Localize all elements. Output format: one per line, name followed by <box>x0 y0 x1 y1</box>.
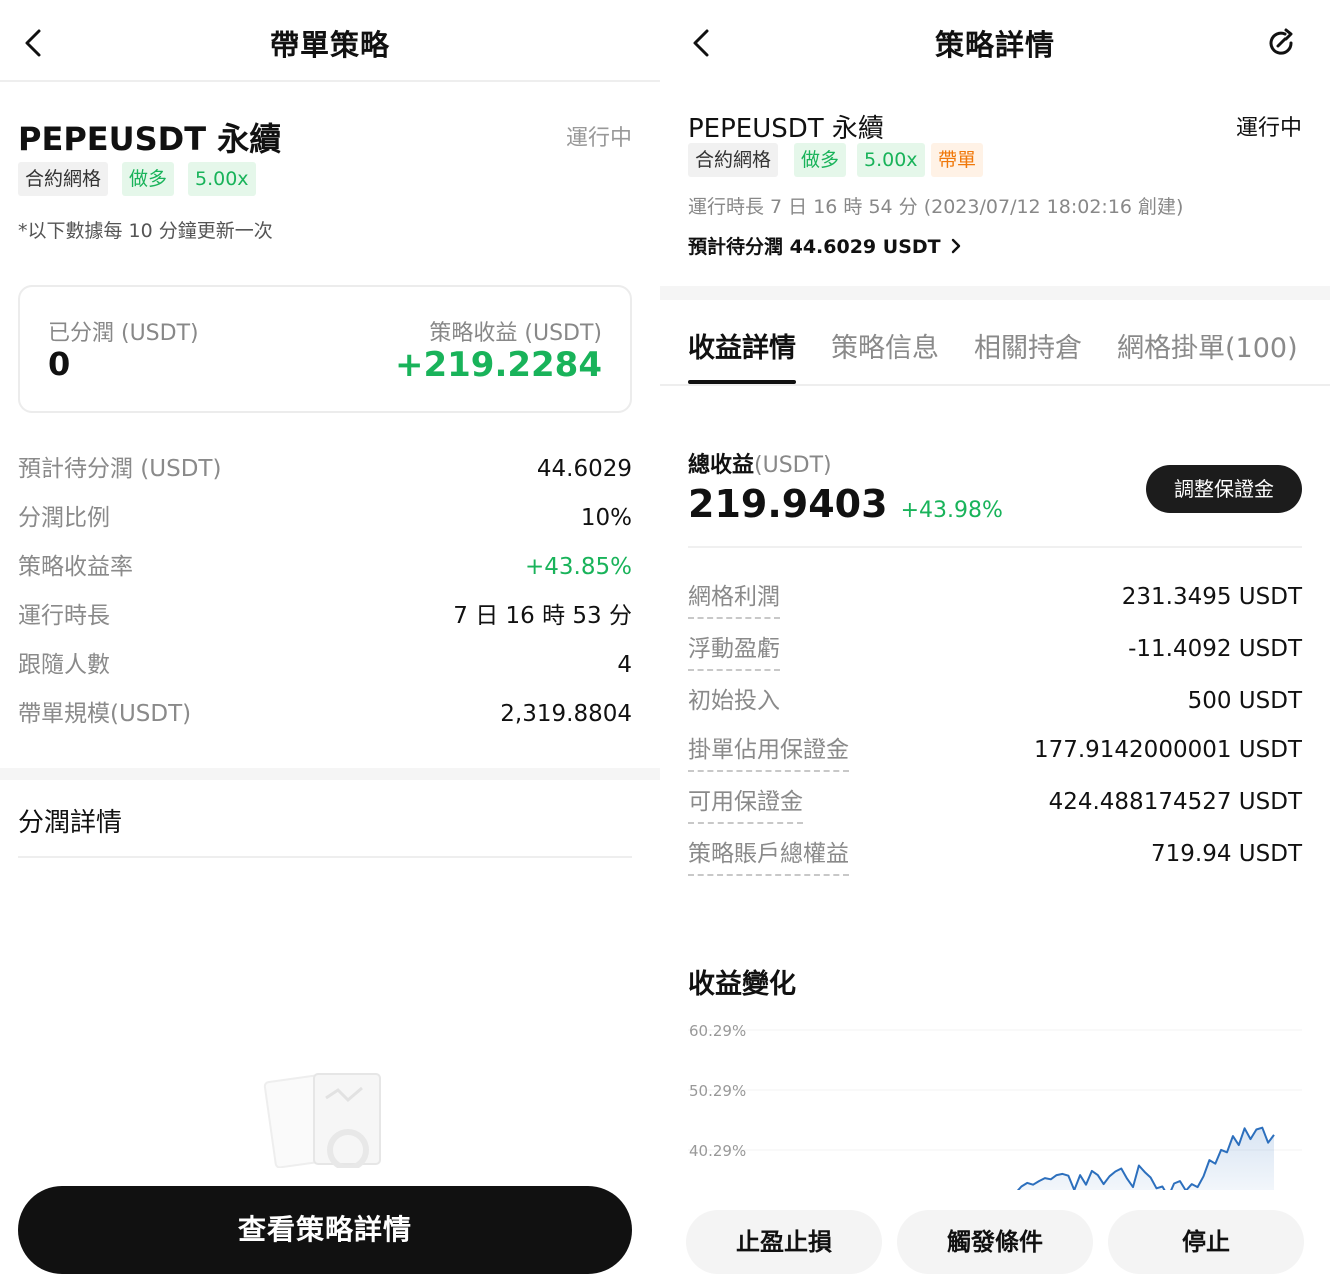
chart-title: 收益變化 <box>688 969 796 1000</box>
metric-row: 可用保證金 424.488174527 USDT <box>688 782 1302 826</box>
strategy-pnl-value: +219.2284 <box>394 345 602 385</box>
metric-row: 掛單佔用保證金 177.9142000001 USDT <box>688 730 1302 774</box>
tag-leverage: 5.00x <box>188 162 256 196</box>
metric-row: 策略賬戶總權益 719.94 USDT <box>688 834 1302 878</box>
detail-row: 策略收益率 +43.85% <box>18 547 632 587</box>
profit-share-section-title[interactable]: 分潤詳情 <box>18 802 122 839</box>
total-profit-value: 219.9403 <box>688 482 888 526</box>
view-strategy-details-button[interactable]: 查看策略詳情 <box>18 1186 632 1274</box>
y-tick-label: 60.29% <box>689 1022 746 1040</box>
total-profit-label: 總收益 <box>688 453 755 478</box>
detail-row-label: 預計待分潤 (USDT) <box>18 456 222 482</box>
metric-label[interactable]: 可用保證金 <box>688 782 803 824</box>
status-label: 運行中 <box>1235 116 1302 141</box>
detail-row-value: +43.85% <box>525 554 632 580</box>
chart-area-fill <box>945 1127 1274 1190</box>
metric-value: -11.4092 USDT <box>1128 636 1302 662</box>
pending-share-text: 預計待分潤 44.6029 USDT <box>688 236 941 258</box>
right-panel-strategy-details: 策略詳情 PEPEUSDT 永續 運行中 合約網格 做多 5.00x 帶單 運行… <box>660 0 1330 1286</box>
section-underline <box>18 856 632 858</box>
stop-button[interactable]: 停止 <box>1108 1210 1304 1274</box>
metric-label[interactable]: 網格利潤 <box>688 577 780 619</box>
detail-row-value: 7 日 16 時 53 分 <box>453 603 632 629</box>
detail-row: 運行時長 7 日 16 時 53 分 <box>18 596 632 636</box>
total-profit-label-group: 總收益(USDT) <box>688 447 832 479</box>
tag-contract-grid: 合約網格 <box>688 143 779 177</box>
chevron-right-icon <box>951 238 960 254</box>
metric-row: 初始投入 500 USDT <box>688 681 1302 725</box>
tag-contract-grid: 合約網格 <box>18 162 109 196</box>
detail-row: 跟隨人數 4 <box>18 645 632 685</box>
section-divider <box>660 286 1330 300</box>
active-tab-indicator <box>688 380 796 384</box>
runtime-text: 運行時長 7 日 16 時 54 分 (2023/07/12 18:02:16 … <box>688 196 1184 218</box>
strategy-pnl-label: 策略收益 (USDT) <box>429 321 602 346</box>
adjust-margin-button[interactable]: 調整保證金 <box>1146 465 1302 513</box>
profit-chart: 60.29%50.29%40.29%30.29% <box>688 1022 1302 1190</box>
shared-profit-label: 已分潤 (USDT) <box>48 321 199 346</box>
tab-positions[interactable]: 相關持倉 <box>974 326 1082 365</box>
total-profit-value-group: 219.9403 +43.98% <box>688 482 1003 526</box>
detail-row: 分潤比例 10% <box>18 498 632 538</box>
left-panel-copy-trade-strategy: 帶單策略 PEPEUSDT 永續 運行中 合約網格 做多 5.00x *以下數據… <box>0 0 660 1286</box>
total-profit-percent: +43.98% <box>900 498 1003 523</box>
section-divider <box>0 768 660 780</box>
divider <box>688 546 1302 548</box>
pending-share-link[interactable]: 預計待分潤 44.6029 USDT <box>688 232 962 258</box>
shared-profit-value: 0 <box>48 345 71 383</box>
tab-profit-details[interactable]: 收益詳情 <box>688 326 796 365</box>
symbol-title: PEPEUSDT 永續 <box>18 120 282 158</box>
tab-bar: 收益詳情 策略信息 相關持倉 網格掛單(100) <box>660 300 1330 386</box>
tag-long: 做多 <box>794 143 847 177</box>
tag-long: 做多 <box>122 162 175 196</box>
detail-row-value: 2,319.8804 <box>500 701 632 727</box>
detail-row-value: 4 <box>617 652 632 678</box>
status-label: 運行中 <box>565 126 632 151</box>
empty-document-icon <box>263 1073 381 1168</box>
metric-value: 500 USDT <box>1187 688 1302 714</box>
metric-label: 初始投入 <box>688 688 780 714</box>
page-title: 帶單策略 <box>269 28 390 62</box>
y-tick-label: 50.29% <box>689 1082 746 1100</box>
y-tick-label: 40.29% <box>689 1142 746 1160</box>
detail-row-label: 分潤比例 <box>18 505 110 531</box>
metric-value: 424.488174527 USDT <box>1048 789 1302 815</box>
detail-row-label: 帶單規模(USDT) <box>18 701 192 727</box>
symbol-title: PEPEUSDT 永續 <box>688 114 884 144</box>
tag-copy-trade: 帶單 <box>931 143 984 177</box>
tag-leverage: 5.00x <box>857 143 925 177</box>
metric-row: 浮動盈虧 -11.4092 USDT <box>688 629 1302 673</box>
metric-label[interactable]: 浮動盈虧 <box>688 629 780 671</box>
metric-label[interactable]: 策略賬戶總權益 <box>688 834 849 876</box>
detail-row-label: 策略收益率 <box>18 554 133 580</box>
detail-row: 預計待分潤 (USDT) 44.6029 <box>18 449 632 489</box>
detail-row: 帶單規模(USDT) 2,319.8804 <box>18 694 632 734</box>
metric-value: 719.94 USDT <box>1151 841 1302 867</box>
take-profit-stop-loss-button[interactable]: 止盈止損 <box>686 1210 882 1274</box>
detail-row-label: 跟隨人數 <box>18 652 110 678</box>
metric-label[interactable]: 掛單佔用保證金 <box>688 730 849 772</box>
tab-strategy-info[interactable]: 策略信息 <box>831 326 939 365</box>
metric-value: 177.9142000001 USDT <box>1033 737 1302 763</box>
page-title: 策略詳情 <box>934 28 1055 62</box>
share-icon[interactable] <box>1264 26 1298 60</box>
total-profit-unit: (USDT) <box>754 453 832 478</box>
header: 帶單策略 <box>0 0 660 82</box>
metric-value: 231.3495 USDT <box>1121 584 1302 610</box>
detail-row-label: 運行時長 <box>18 603 110 629</box>
detail-row-value: 10% <box>580 505 632 531</box>
summary-card: 已分潤 (USDT) 0 策略收益 (USDT) +219.2284 <box>18 285 632 413</box>
detail-row-value: 44.6029 <box>536 456 632 482</box>
tab-grid-orders[interactable]: 網格掛單(100) <box>1117 326 1298 365</box>
update-note: *以下數據每 10 分鐘更新一次 <box>18 220 273 242</box>
header: 策略詳情 <box>660 0 1330 82</box>
metric-row: 網格利潤 231.3495 USDT <box>688 577 1302 621</box>
trigger-condition-button[interactable]: 觸發條件 <box>897 1210 1093 1274</box>
